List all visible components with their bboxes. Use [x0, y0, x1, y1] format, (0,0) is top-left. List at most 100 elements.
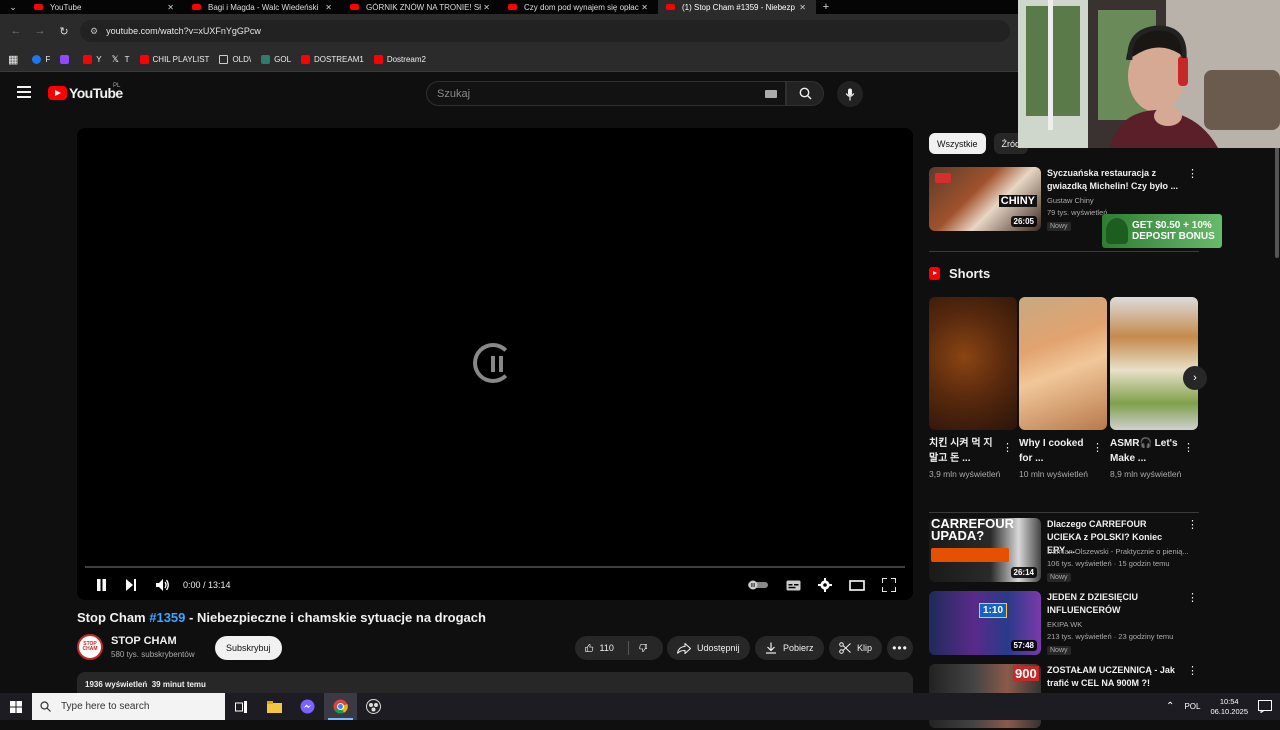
- subscribe-button[interactable]: Subskrybuj: [215, 636, 282, 660]
- more-vertical-icon[interactable]: ⋮: [1187, 167, 1198, 180]
- forward-arrow-icon[interactable]: →: [28, 25, 52, 37]
- more-vertical-icon[interactable]: ⋮: [1183, 441, 1194, 454]
- short-item[interactable]: ASMR🎧 Let's Make ... 8,9 mln wyświetleń …: [1110, 297, 1198, 497]
- tab-search-chevron-icon[interactable]: ⌄: [0, 0, 26, 14]
- bookmark-item[interactable]: CHIL PLAYLIST: [139, 55, 209, 64]
- new-tab-button[interactable]: +: [816, 1, 836, 13]
- taskbar-search-input[interactable]: Type here to search: [32, 693, 225, 720]
- clock[interactable]: 10:54 06.10.2025: [1210, 697, 1248, 717]
- tab-close-icon[interactable]: ✕: [641, 3, 648, 12]
- more-vertical-icon[interactable]: ⋮: [1187, 518, 1198, 531]
- download-button[interactable]: Pobierz: [755, 636, 824, 660]
- tab-close-icon[interactable]: ✕: [325, 3, 332, 12]
- dislike-icon[interactable]: [638, 642, 648, 654]
- bookmark-item[interactable]: DOSTREAM1: [301, 55, 364, 64]
- chip-all[interactable]: Wszystkie: [929, 133, 986, 154]
- progress-bar[interactable]: [85, 566, 905, 568]
- obs-button[interactable]: [357, 693, 390, 720]
- autoplay-toggle[interactable]: [747, 574, 769, 596]
- bookmark-item[interactable]: 𝕏T: [112, 55, 130, 65]
- more-vertical-icon[interactable]: ⋮: [1187, 664, 1198, 677]
- video-title[interactable]: JEDEN Z DZIESIĘCIU INFLUENCERÓW: [1047, 591, 1181, 617]
- bookmark-item[interactable]: Dostream2: [373, 55, 426, 64]
- recommendation-item[interactable]: CARREFOUR UPADA? 26:14 Dlaczego CARREFOU…: [929, 518, 1199, 584]
- video-player[interactable]: 0:00 / 13:14: [77, 128, 913, 600]
- video-title[interactable]: Syczuańska restauracja z gwiazdką Michel…: [1047, 167, 1181, 193]
- fullscreen-icon: [882, 578, 896, 592]
- tab-close-icon[interactable]: ✕: [167, 3, 174, 12]
- bookmark-item[interactable]: F: [32, 55, 50, 64]
- language-indicator[interactable]: POL: [1184, 702, 1200, 711]
- tab-close-icon[interactable]: ✕: [799, 3, 806, 12]
- short-item[interactable]: 치킨 시켜 먹 지말고 돈 ... 3,9 mln wyświetleń ⋮: [929, 297, 1017, 497]
- browser-tab[interactable]: YouTube ✕: [26, 0, 184, 14]
- messenger-button[interactable]: [291, 693, 324, 720]
- theater-mode-button[interactable]: [849, 574, 865, 596]
- more-vertical-icon[interactable]: ⋮: [1092, 441, 1103, 454]
- search-button[interactable]: [786, 81, 824, 106]
- apps-grid-icon[interactable]: ▦: [8, 53, 18, 66]
- channel-name[interactable]: Gustaw Chiny: [1047, 196, 1197, 205]
- short-thumbnail[interactable]: [929, 297, 1017, 430]
- site-info-icon[interactable]: ⚙: [90, 26, 98, 37]
- voice-search-button[interactable]: [837, 81, 863, 107]
- video-thumbnail[interactable]: CHINY 26:05: [929, 167, 1041, 231]
- settings-button[interactable]: [817, 574, 833, 596]
- video-title[interactable]: ZOSTAŁAM UCZENNICĄ - Jak trafić w CEL NA…: [1047, 664, 1181, 690]
- youtube-logo[interactable]: YouTube PL: [48, 83, 123, 101]
- browser-tab[interactable]: Czy dom pod wynajem się opłaca ✕: [500, 0, 658, 14]
- task-view-button[interactable]: [225, 693, 258, 720]
- browser-tab[interactable]: Bagi i Magda - Walc Wiedeński ✕: [184, 0, 342, 14]
- short-title[interactable]: Why I cooked for ...: [1019, 436, 1091, 466]
- shorts-next-button[interactable]: ›: [1183, 366, 1207, 390]
- menu-hamburger-icon[interactable]: [17, 86, 31, 98]
- browser-tab[interactable]: GÓRNIK ZNÓW NA TRONIE! Słi ✕: [342, 0, 500, 14]
- folder-icon: [219, 55, 229, 64]
- file-explorer-button[interactable]: [258, 693, 291, 720]
- search-input[interactable]: Szukaj: [426, 81, 786, 106]
- bookmark-item[interactable]: GOL: [261, 55, 291, 64]
- bookmark-label: OLD\: [232, 55, 252, 64]
- recommendation-item[interactable]: 1:10 57:48 JEDEN Z DZIESIĘCIU INFLUENCER…: [929, 591, 1199, 657]
- video-thumbnail[interactable]: 1:10 57:48: [929, 591, 1041, 655]
- tray-chevron-up-icon[interactable]: ⌃: [1166, 701, 1174, 712]
- fullscreen-button[interactable]: [881, 574, 897, 596]
- share-button[interactable]: Udostępnij: [667, 636, 750, 660]
- more-actions-button[interactable]: •••: [887, 636, 913, 660]
- start-button[interactable]: [0, 693, 32, 720]
- like-icon[interactable]: [585, 642, 594, 654]
- browser-tab-active[interactable]: (1) Stop Cham #1359 - Niebezp ✕: [658, 0, 816, 14]
- ad-banner[interactable]: GET $0.50 + 10% DEPOSIT BONUS: [1102, 214, 1222, 248]
- channel-avatar[interactable]: STOP CHAM: [77, 634, 103, 660]
- volume-button[interactable]: [155, 574, 171, 596]
- subtitles-icon: [786, 580, 800, 590]
- url-field[interactable]: ⚙ youtube.com/watch?v=xUXFnYgGPcw: [80, 20, 1010, 42]
- short-title[interactable]: 치킨 시켜 먹 지말고 돈 ...: [929, 436, 1001, 466]
- pause-button[interactable]: [93, 574, 109, 596]
- short-thumbnail[interactable]: [1110, 297, 1198, 430]
- bookmark-item[interactable]: Y: [83, 55, 102, 64]
- clip-button[interactable]: Klip: [829, 636, 883, 660]
- short-item[interactable]: Why I cooked for ... 10 mln wyświetleń ⋮: [1019, 297, 1107, 497]
- more-vertical-icon[interactable]: ⋮: [1187, 591, 1198, 604]
- tab-close-icon[interactable]: ✕: [483, 3, 490, 12]
- bookmark-folder[interactable]: OLD\: [219, 55, 251, 64]
- back-arrow-icon[interactable]: ←: [4, 25, 28, 37]
- title-hashtag-link[interactable]: #1359: [149, 610, 185, 625]
- youtube-favicon-icon: [666, 4, 675, 10]
- channel-name[interactable]: EKIPA WK: [1047, 620, 1197, 629]
- channel-name[interactable]: Damian Olszewski - Praktycznie o pienią.…: [1047, 547, 1197, 556]
- subtitles-button[interactable]: [785, 574, 801, 596]
- short-thumbnail[interactable]: [1019, 297, 1107, 430]
- video-thumbnail[interactable]: CARREFOUR UPADA? 26:14: [929, 518, 1041, 582]
- reload-icon[interactable]: ↻: [52, 25, 76, 38]
- bookmark-item[interactable]: [60, 55, 73, 64]
- channel-name[interactable]: STOP CHAM: [111, 635, 177, 647]
- keyboard-icon[interactable]: [765, 90, 777, 98]
- chrome-button[interactable]: [324, 693, 357, 720]
- short-title[interactable]: ASMR🎧 Let's Make ...: [1110, 436, 1182, 466]
- more-vertical-icon[interactable]: ⋮: [1002, 441, 1013, 454]
- new-badge: Nowy: [1047, 573, 1071, 582]
- next-button[interactable]: [123, 574, 139, 596]
- notification-icon[interactable]: [1258, 700, 1272, 713]
